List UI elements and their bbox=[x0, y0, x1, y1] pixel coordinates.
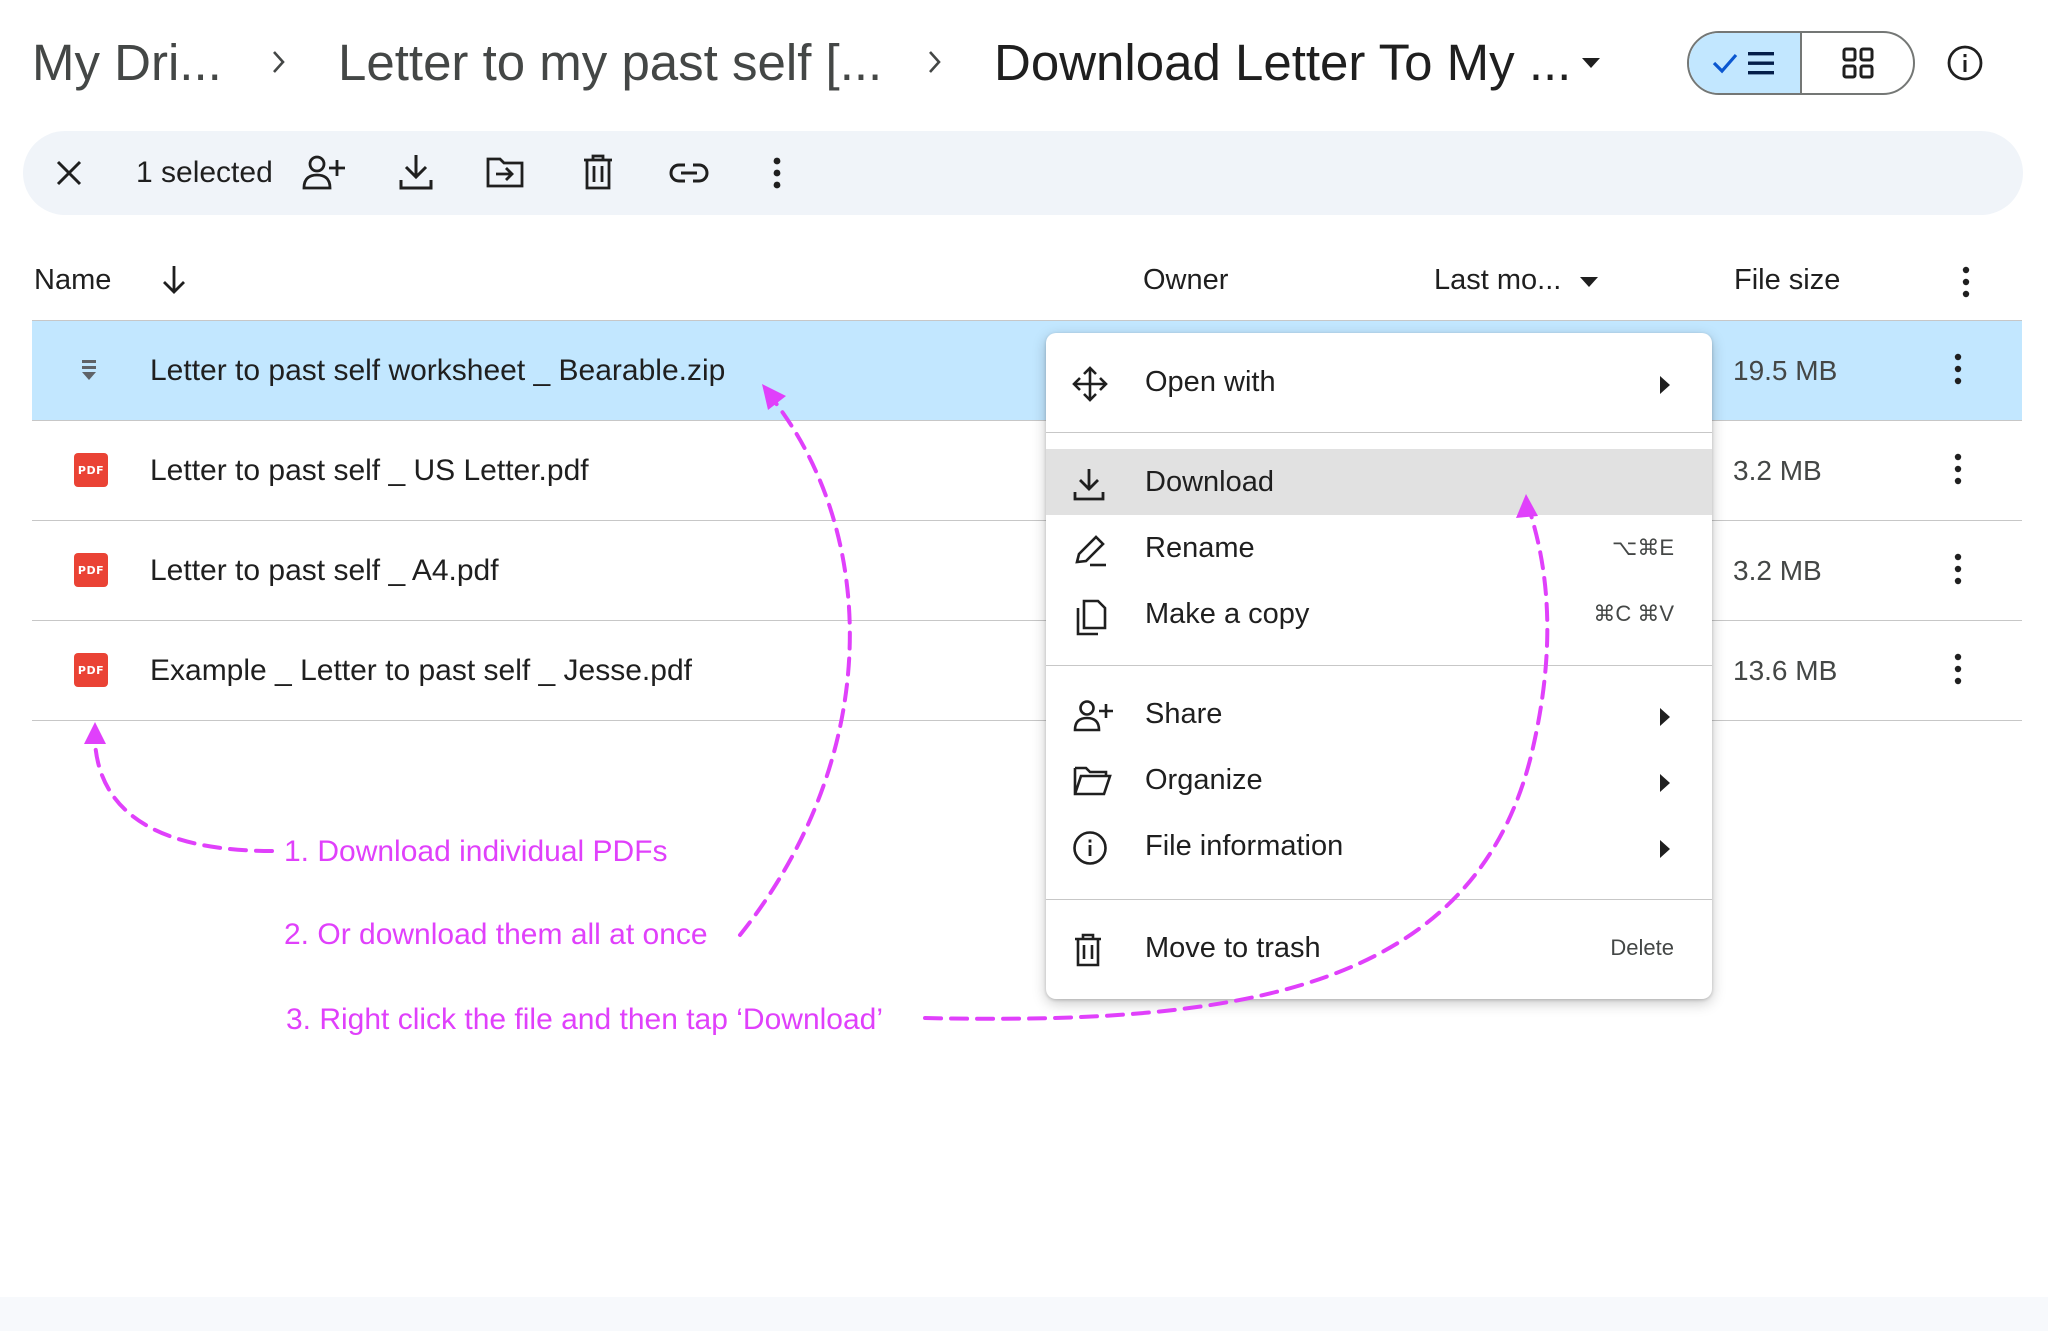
more-vert-icon[interactable] bbox=[1952, 551, 1964, 587]
menu-item-share[interactable]: Share bbox=[1046, 681, 1712, 747]
menu-item-label: Move to trash bbox=[1145, 932, 1321, 964]
rename-icon bbox=[1075, 535, 1106, 567]
breadcrumb-item-folder[interactable]: Letter to my past self [... bbox=[338, 30, 882, 96]
menu-item-label: Organize bbox=[1145, 764, 1263, 796]
annotation-step-3: 3. Right click the file and then tap ‘Do… bbox=[286, 1003, 884, 1036]
pdf-file-icon: PDF bbox=[74, 653, 108, 687]
file-name[interactable]: Example _ Letter to past self _ Jesse.pd… bbox=[150, 652, 692, 690]
table-row[interactable]: PDF Letter to past self _ US Letter.pdf … bbox=[32, 420, 2022, 520]
selected-count: 1 selected bbox=[136, 156, 273, 189]
breadcrumb-item-my-drive[interactable]: My Dri... bbox=[32, 30, 222, 96]
menu-item-download[interactable]: Download bbox=[1046, 449, 1712, 515]
menu-item-move-to-trash[interactable]: Move to trash Delete bbox=[1046, 915, 1712, 981]
file-name[interactable]: Letter to past self worksheet _ Bearable… bbox=[150, 352, 725, 390]
file-size: 19.5 MB bbox=[1733, 355, 1838, 386]
move-to-folder-icon[interactable] bbox=[485, 152, 525, 192]
annotation-step-1: 1. Download individual PDFs bbox=[284, 835, 668, 868]
info-icon[interactable] bbox=[1946, 44, 1984, 82]
check-list-icon bbox=[1712, 52, 1774, 75]
info-icon bbox=[1073, 831, 1107, 865]
selection-toolbar: 1 selected bbox=[23, 131, 2023, 215]
menu-item-shortcut: Delete bbox=[1610, 935, 1674, 960]
menu-item-shortcut: ⌘C ⌘V bbox=[1593, 601, 1674, 626]
caret-down-icon[interactable] bbox=[1580, 56, 1602, 70]
menu-item-open-with[interactable]: Open with bbox=[1046, 349, 1712, 415]
share-person-add-icon bbox=[1073, 700, 1113, 732]
download-icon[interactable] bbox=[398, 152, 434, 192]
context-menu: Open with Download Rename ⌥⌘E Make a cop… bbox=[1046, 333, 1712, 999]
table-divider bbox=[32, 720, 2022, 721]
menu-divider bbox=[1046, 665, 1712, 666]
submenu-arrow-icon bbox=[1660, 774, 1670, 792]
column-header-name[interactable]: Name bbox=[34, 262, 111, 298]
list-view-button[interactable] bbox=[1689, 33, 1802, 93]
annotation-arrow-1 bbox=[93, 740, 274, 853]
submenu-arrow-icon bbox=[1660, 376, 1670, 394]
share-person-add-icon[interactable] bbox=[301, 152, 345, 194]
column-header-file-size[interactable]: File size bbox=[1734, 262, 1840, 298]
view-toggle[interactable] bbox=[1687, 31, 1915, 95]
zip-file-icon bbox=[82, 360, 96, 380]
file-size: 3.2 MB bbox=[1733, 455, 1822, 486]
more-vert-icon[interactable] bbox=[771, 155, 783, 191]
copy-icon bbox=[1076, 599, 1107, 636]
open-with-icon bbox=[1072, 366, 1108, 402]
menu-item-shortcut: ⌥⌘E bbox=[1611, 535, 1674, 560]
arrow-down-sort-icon[interactable] bbox=[160, 264, 188, 296]
menu-divider bbox=[1046, 899, 1712, 900]
chevron-right-icon bbox=[273, 51, 285, 73]
menu-item-label: Download bbox=[1145, 466, 1274, 498]
bottom-edge bbox=[0, 1297, 2048, 1331]
file-name[interactable]: Letter to past self _ A4.pdf bbox=[150, 552, 499, 590]
annotation-arrowhead-1 bbox=[84, 722, 106, 744]
download-icon bbox=[1073, 469, 1105, 501]
folder-icon bbox=[1073, 766, 1112, 796]
menu-item-label: Open with bbox=[1145, 366, 1276, 398]
trash-icon[interactable] bbox=[581, 152, 615, 192]
more-vert-icon[interactable] bbox=[1952, 351, 1964, 387]
grid-icon bbox=[1842, 47, 1873, 79]
trash-icon bbox=[1075, 933, 1101, 967]
column-header-last-modified[interactable]: Last mo... bbox=[1434, 262, 1561, 298]
submenu-arrow-icon bbox=[1660, 708, 1670, 726]
column-header-owner[interactable]: Owner bbox=[1143, 262, 1228, 298]
menu-item-label: Rename bbox=[1145, 532, 1255, 564]
caret-down-icon[interactable] bbox=[1578, 275, 1600, 289]
link-icon[interactable] bbox=[669, 158, 709, 188]
table-row[interactable]: PDF Example _ Letter to past self _ Jess… bbox=[32, 620, 2022, 720]
pdf-file-icon: PDF bbox=[74, 453, 108, 487]
menu-item-file-information[interactable]: File information bbox=[1046, 813, 1712, 879]
breadcrumb-current-folder[interactable]: Download Letter To My ... bbox=[994, 30, 1571, 96]
menu-divider bbox=[1046, 432, 1712, 433]
file-name[interactable]: Letter to past self _ US Letter.pdf bbox=[150, 452, 589, 490]
more-vert-icon[interactable] bbox=[1952, 651, 1964, 687]
menu-item-label: Make a copy bbox=[1145, 598, 1310, 630]
file-size: 3.2 MB bbox=[1733, 555, 1822, 586]
menu-item-label: Share bbox=[1145, 698, 1223, 730]
table-row[interactable]: PDF Letter to past self _ A4.pdf 3.2 MB bbox=[32, 520, 2022, 620]
menu-item-organize[interactable]: Organize bbox=[1046, 747, 1712, 813]
table-row[interactable]: Letter to past self worksheet _ Bearable… bbox=[32, 320, 2022, 420]
menu-item-make-a-copy[interactable]: Make a copy ⌘C ⌘V bbox=[1046, 581, 1712, 647]
annotation-step-2: 2. Or download them all at once bbox=[284, 918, 708, 951]
more-vert-icon[interactable] bbox=[1952, 451, 1964, 487]
menu-item-rename[interactable]: Rename ⌥⌘E bbox=[1046, 515, 1712, 581]
pdf-file-icon: PDF bbox=[74, 553, 108, 587]
close-icon[interactable] bbox=[53, 157, 85, 189]
grid-view-button[interactable] bbox=[1802, 33, 1913, 93]
chevron-right-icon bbox=[929, 51, 941, 73]
submenu-arrow-icon bbox=[1660, 840, 1670, 858]
more-vert-icon[interactable] bbox=[1960, 264, 1972, 300]
menu-item-label: File information bbox=[1145, 830, 1344, 862]
file-size: 13.6 MB bbox=[1733, 655, 1838, 686]
